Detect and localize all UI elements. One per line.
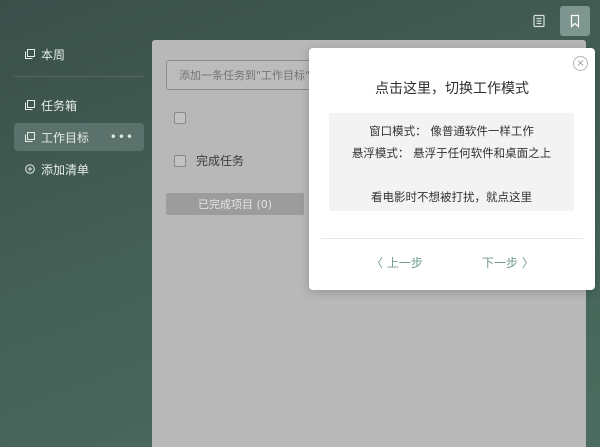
next-step-button[interactable]: 下一步 〉 xyxy=(482,254,534,271)
copy-icon xyxy=(24,48,36,60)
task-row: 完成任务 xyxy=(174,152,244,169)
plus-circle-icon xyxy=(24,163,36,175)
sidebar-item-label: 任务箱 xyxy=(41,98,78,113)
float-mode-text: 悬浮模式： 悬浮于任何软件和桌面之上 xyxy=(351,146,552,160)
mode-description-box: 窗口模式： 像普通软件一样工作 悬浮模式： 悬浮于任何软件和桌面之上 看电影时不… xyxy=(329,113,574,211)
copy-icon xyxy=(24,131,36,143)
sidebar-item-add-list[interactable]: 添加清单 xyxy=(14,155,144,183)
window-mode-text: 窗口模式： 像普通软件一样工作 xyxy=(369,124,534,138)
task-label: 完成任务 xyxy=(196,154,245,168)
more-options-icon[interactable]: ••• xyxy=(110,130,134,144)
sidebar-item-label: 添加清单 xyxy=(41,162,90,177)
top-toolbar xyxy=(524,6,590,36)
sidebar-item-work-goals[interactable]: 工作目标 ••• xyxy=(14,123,144,151)
close-icon[interactable]: × xyxy=(573,56,588,71)
sidebar-item-inbox[interactable]: 任务箱 xyxy=(14,91,144,119)
bookmark-icon[interactable] xyxy=(560,6,590,36)
sidebar-divider xyxy=(14,76,144,77)
popup-divider xyxy=(321,238,583,239)
task-checkbox[interactable] xyxy=(174,112,186,124)
sidebar-item-label: 工作目标 xyxy=(41,130,90,145)
sidebar: 本周 任务箱 工作目标 ••• 添加清单 xyxy=(14,40,144,187)
prev-step-button[interactable]: 〈 上一步 xyxy=(371,254,423,271)
movie-tip-text: 看电影时不想被打扰，就点这里 xyxy=(371,190,532,204)
completed-items-button[interactable]: 已完成项目 (0) xyxy=(166,193,304,215)
sidebar-item-this-week[interactable]: 本周 xyxy=(14,40,144,68)
guide-popup: × 点击这里，切换工作模式 窗口模式： 像普通软件一样工作 悬浮模式： 悬浮于任… xyxy=(309,48,595,290)
task-checkbox[interactable] xyxy=(174,154,186,167)
popup-title: 点击这里，切换工作模式 xyxy=(375,81,529,97)
copy-icon xyxy=(24,99,36,111)
sidebar-item-label: 本周 xyxy=(41,47,66,62)
new-task-row xyxy=(174,112,196,124)
book-icon[interactable] xyxy=(524,6,554,36)
